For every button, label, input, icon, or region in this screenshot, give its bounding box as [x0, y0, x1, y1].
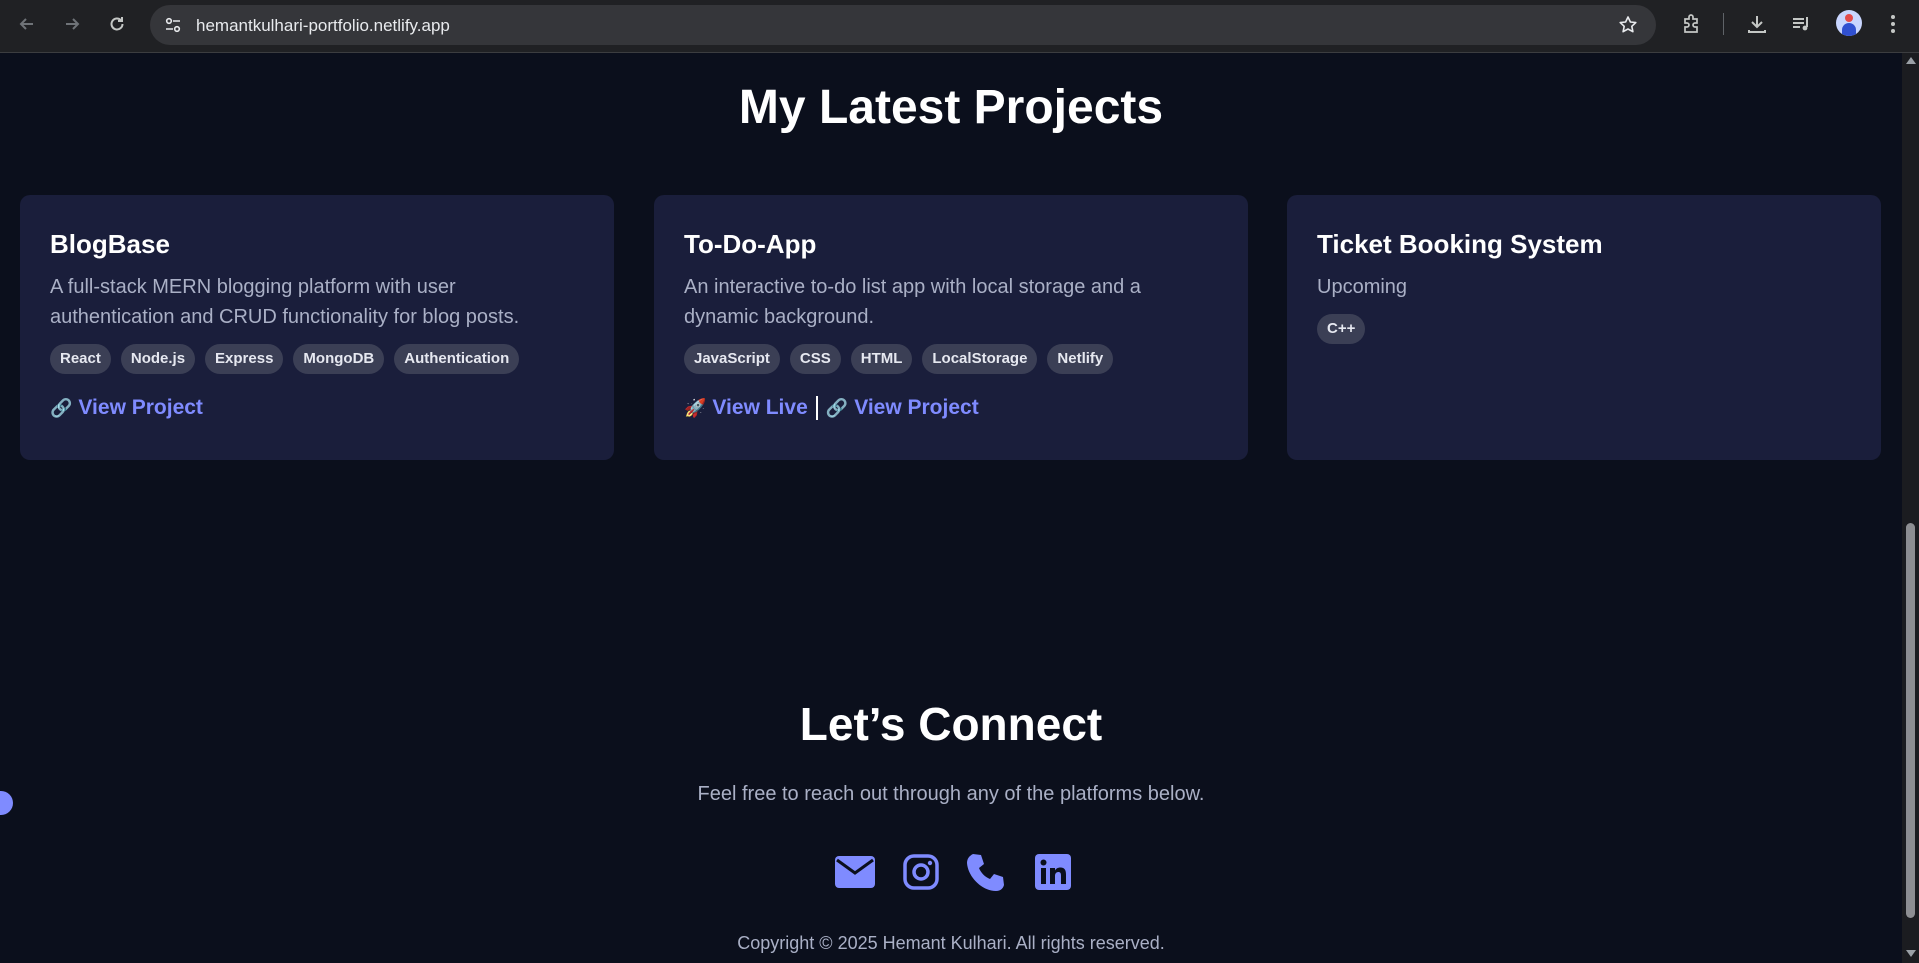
- tag: Netlify: [1047, 344, 1114, 374]
- project-description: An interactive to-do list app with local…: [684, 276, 1141, 328]
- scroll-up-arrow-icon[interactable]: [1906, 57, 1916, 64]
- project-title: BlogBase: [50, 229, 170, 259]
- tag: HTML: [850, 344, 913, 374]
- project-card-blogbase: BlogBase A full-stack MERN blogging plat…: [20, 195, 614, 460]
- url-text[interactable]: hemantkulhari-portfolio.netlify.app: [196, 16, 450, 36]
- rocket-icon: 🚀: [684, 397, 707, 418]
- view-live-link[interactable]: 🚀 View Live: [684, 396, 808, 420]
- site-info-icon[interactable]: [162, 14, 184, 36]
- view-project-link[interactable]: 🔗 View Project: [50, 396, 203, 420]
- browser-toolbar: hemantkulhari-portfolio.netlify.app: [0, 0, 1919, 53]
- tag: C++: [1317, 314, 1366, 344]
- tag: CSS: [789, 344, 841, 374]
- profile-avatar[interactable]: [1836, 10, 1862, 36]
- tag-list: React Node.js Express MongoDB Authentica…: [50, 344, 584, 374]
- view-live-label: View Live: [712, 396, 808, 419]
- tag: Express: [205, 344, 284, 374]
- phone-icon[interactable]: [966, 851, 1008, 893]
- project-title: Ticket Booking System: [1317, 229, 1603, 259]
- toolbar-divider: [1723, 13, 1724, 35]
- project-description: Upcoming: [1317, 276, 1408, 298]
- copyright-text: Copyright © 2025 Hemant Kulhari. All rig…: [737, 933, 1165, 953]
- menu-icon[interactable]: [1880, 11, 1906, 37]
- project-description: A full-stack MERN blogging platform with…: [50, 276, 520, 328]
- page-content: My Latest Projects BlogBase A full-stack…: [0, 53, 1902, 963]
- address-bar[interactable]: hemantkulhari-portfolio.netlify.app: [150, 5, 1656, 45]
- tag: LocalStorage: [922, 344, 1038, 374]
- download-icon[interactable]: [1744, 11, 1770, 37]
- bookmark-star-icon[interactable]: [1618, 15, 1638, 40]
- tag: Node.js: [120, 344, 196, 374]
- projects-heading: My Latest Projects: [738, 81, 1164, 134]
- view-project-link[interactable]: 🔗 View Project: [826, 396, 979, 420]
- tag: React: [50, 344, 111, 374]
- social-links: [834, 851, 1074, 893]
- connect-subtitle: Feel free to reach out through any of th…: [697, 783, 1205, 805]
- tag: JavaScript: [684, 344, 780, 374]
- project-title: To-Do-App: [684, 229, 817, 259]
- connect-heading: Let’s Connect: [799, 698, 1103, 750]
- instagram-icon[interactable]: [900, 851, 942, 893]
- email-icon[interactable]: [834, 851, 876, 893]
- tag-list: C++: [1317, 314, 1851, 344]
- link-divider: [815, 396, 818, 420]
- scroll-down-arrow-icon[interactable]: [1906, 950, 1916, 957]
- project-card-todo-app: To-Do-App An interactive to-do list app …: [654, 195, 1248, 460]
- scrollbar[interactable]: [1902, 53, 1919, 963]
- tag: MongoDB: [293, 344, 385, 374]
- forward-icon[interactable]: [58, 10, 86, 38]
- link-icon: 🔗: [50, 397, 73, 418]
- tag: Authentication: [394, 344, 520, 374]
- linkedin-icon[interactable]: [1032, 851, 1074, 893]
- project-links: 🔗 View Project: [50, 396, 584, 420]
- project-links: 🚀 View Live 🔗 View Project: [684, 396, 1218, 420]
- link-icon: 🔗: [825, 397, 849, 418]
- back-icon[interactable]: [13, 10, 41, 38]
- project-card-ticket-booking: Ticket Booking System Upcoming C++: [1287, 195, 1881, 460]
- media-control-icon[interactable]: [1788, 11, 1814, 37]
- tag-list: JavaScript CSS HTML LocalStorage Netlify: [684, 344, 1218, 374]
- extensions-icon[interactable]: [1679, 11, 1705, 37]
- view-project-label: View Project: [854, 396, 979, 419]
- reload-icon[interactable]: [103, 10, 131, 38]
- view-project-label: View Project: [78, 396, 203, 419]
- scroll-thumb[interactable]: [1906, 523, 1915, 918]
